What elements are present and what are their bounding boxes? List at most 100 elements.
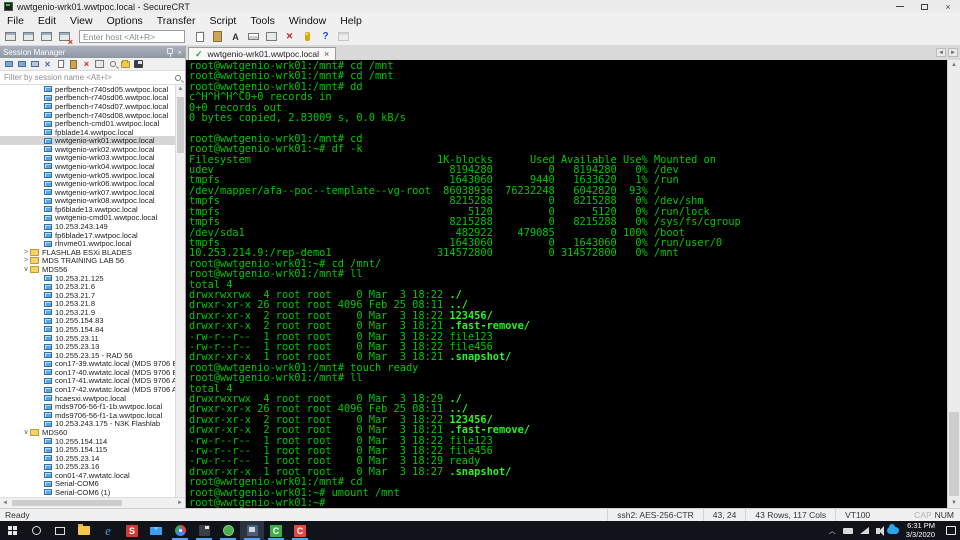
script-icon[interactable]: ✕ [282, 30, 297, 44]
menu-help[interactable]: Help [333, 15, 369, 27]
sm-trace-icon[interactable] [29, 59, 40, 70]
menu-transfer[interactable]: Transfer [150, 15, 203, 27]
session-tree-scrollbar[interactable]: ▲ [175, 85, 185, 497]
terminal-scroll-up-icon[interactable]: ▲ [948, 60, 960, 70]
tab-close-icon[interactable]: × [324, 49, 329, 59]
internet-explorer-button[interactable]: e [96, 521, 120, 540]
tree-folder-mds-training-lab-56[interactable]: > MDS TRAINING LAB 56 [0, 256, 175, 265]
tree-host-serial-com6-1[interactable]: Serial-COM6 (1) [0, 488, 175, 497]
mail-button[interactable] [144, 521, 168, 540]
scroll-up-icon[interactable]: ▲ [176, 85, 185, 94]
tree-host-wwtgenio-wrk01-wwtpoc-local[interactable]: wwtgenio-wrk01.wwtpoc.local [0, 136, 175, 145]
tab-scroll-right-icon[interactable]: ► [948, 48, 958, 57]
action-center-icon[interactable] [946, 526, 956, 535]
tree-host-con17-39-wwtatc-local-mds-9706-b-sup[interactable]: con17-39.wwtatc.local (MDS 9706 B - SUP [0, 359, 175, 368]
terminal-scrollbar[interactable]: ▲ ▼ [947, 60, 960, 508]
sm-delete-icon[interactable]: × [81, 59, 92, 70]
tree-host-perfbench-r740sd07-wwtpoc-local[interactable]: perfbench-r740sd07.wwtpoc.local [0, 102, 175, 111]
find-icon[interactable]: A [228, 30, 243, 44]
tree-host-10-253-21-9[interactable]: 10.253.21.9 [0, 308, 175, 317]
sm-find-icon[interactable] [107, 59, 118, 70]
chevron-down-icon[interactable]: ∨ [22, 265, 30, 273]
tree-host-10-255-154-115[interactable]: 10.255.154.115 [0, 445, 175, 454]
green-app-button[interactable] [216, 521, 240, 540]
tree-host-10-255-23-15-rad-56[interactable]: 10.255.23.15 - RAD 56 [0, 351, 175, 360]
tree-host-10-255-154-114[interactable]: 10.255.154.114 [0, 437, 175, 446]
menu-script[interactable]: Script [203, 15, 244, 27]
panel-close-icon[interactable]: × [177, 48, 182, 57]
s-app-button[interactable]: S [120, 521, 144, 540]
tree-host-perfbench-r740sd08-wwtpoc-local[interactable]: perfbench-r740sd08.wwtpoc.local [0, 111, 175, 120]
terminal-scroll-down-icon[interactable]: ▼ [948, 498, 960, 508]
print-icon[interactable] [246, 30, 261, 44]
tree-host-10-253-21-125[interactable]: 10.253.21.125 [0, 274, 175, 283]
tree-host-10-253-243-175-n3k-flashlab[interactable]: 10.253.243.175 - N3K Flashlab [0, 419, 175, 428]
chevron-right-icon[interactable]: > [22, 257, 30, 264]
session-tree-hscrollbar[interactable]: ◄ ► [0, 497, 185, 508]
tree-host-con17-40-wwtatc-local-mds-9706-b-sup[interactable]: con17-40.wwtatc.local (MDS 9706 B - SUP [0, 368, 175, 377]
tree-folder-flashlab-esxi-blades[interactable]: > FLASHLAB ESXi BLADES [0, 248, 175, 257]
file-explorer-button[interactable] [72, 521, 96, 540]
volume-icon[interactable] [875, 525, 884, 536]
menu-edit[interactable]: Edit [31, 15, 63, 27]
tree-host-10-255-23-14[interactable]: 10.255.23.14 [0, 454, 175, 463]
tree-host-serial-com6[interactable]: Serial-COM6 [0, 479, 175, 488]
menu-options[interactable]: Options [100, 15, 150, 27]
tree-host-rlnvme01-wwtpoc-local[interactable]: rlnvme01.wwtpoc.local [0, 239, 175, 248]
chat-window-icon[interactable] [336, 30, 351, 44]
sm-dock-icon[interactable] [133, 59, 144, 70]
chevron-right-icon[interactable]: > [22, 249, 30, 256]
minimize-button[interactable] [888, 0, 912, 13]
tree-host-mds9706-56-f1-1a-wwtpoc-local[interactable]: mds9706-56-f1-1a.wwtpoc.local [0, 411, 175, 420]
tree-host-fp6blade17-wwtpoc-local[interactable]: fp6blade17.wwtpoc.local [0, 231, 175, 240]
start-button[interactable] [0, 521, 24, 540]
tree-host-10-255-154-84[interactable]: 10.255.154.84 [0, 325, 175, 334]
sm-properties-icon[interactable] [94, 59, 105, 70]
tree-host-10-255-154-83[interactable]: 10.255.154.83 [0, 316, 175, 325]
tree-folder-mds60[interactable]: ∨ MDS60 [0, 428, 175, 437]
tree-host-fp6blade13-wwtpoc-local[interactable]: fp6blade13.wwtpoc.local [0, 205, 175, 214]
session-filter-input[interactable]: Filter by session name <Alt+I> [0, 71, 185, 85]
session-options-icon[interactable] [264, 30, 279, 44]
tree-host-wwtgenio-wrk02-wwtpoc-local[interactable]: wwtgenio-wrk02.wwtpoc.local [0, 145, 175, 154]
chevron-down-icon[interactable]: ∨ [22, 428, 30, 436]
session-manager-toggle-icon[interactable] [3, 30, 18, 44]
tab-scroll-left-icon[interactable]: ◄ [936, 48, 946, 57]
reconnect-icon[interactable]: × [57, 30, 73, 46]
tree-host-10-253-243-149[interactable]: 10.253.243.149 [0, 222, 175, 231]
chrome-button[interactable] [168, 521, 192, 540]
scrollbar-thumb[interactable] [177, 97, 184, 153]
securecrt-taskbar-button[interactable] [240, 521, 264, 540]
terminal-scrollbar-thumb[interactable] [949, 412, 959, 496]
console-app-button[interactable] [192, 521, 216, 540]
tree-host-wwtgenio-wrk07-wwtpoc-local[interactable]: wwtgenio-wrk07.wwtpoc.local [0, 188, 175, 197]
tree-host-wwtgenio-wrk06-wwtpoc-local[interactable]: wwtgenio-wrk06.wwtpoc.local [0, 179, 175, 188]
menu-view[interactable]: View [63, 15, 100, 27]
tree-host-wwtgenio-wrk05-wwtpoc-local[interactable]: wwtgenio-wrk05.wwtpoc.local [0, 171, 175, 180]
tree-host-10-253-21-7[interactable]: 10.253.21.7 [0, 291, 175, 300]
paste-icon[interactable] [210, 30, 225, 44]
sm-new-folder-icon[interactable] [120, 59, 131, 70]
tree-host-wwtgenio-wrk04-wwtpoc-local[interactable]: wwtgenio-wrk04.wwtpoc.local [0, 162, 175, 171]
menu-file[interactable]: File [0, 15, 31, 27]
close-button[interactable]: × [936, 0, 960, 13]
search-button[interactable] [24, 521, 48, 540]
taskbar-clock[interactable]: 6:31 PM 3/3/2020 [906, 521, 935, 539]
tree-host-wwtgenio-cmd01-wwtpoc-local[interactable]: wwtgenio-cmd01.wwtpoc.local [0, 213, 175, 222]
connect-dialog-icon[interactable] [21, 30, 36, 44]
scroll-left-icon[interactable]: ◄ [2, 500, 8, 506]
tree-host-10-253-21-8[interactable]: 10.253.21.8 [0, 299, 175, 308]
tree-host-10-253-21-6[interactable]: 10.253.21.6 [0, 282, 175, 291]
tree-host-10-255-23-13[interactable]: 10.255.23.13 [0, 342, 175, 351]
tree-host-wwtgenio-wrk03-wwtpoc-local[interactable]: wwtgenio-wrk03.wwtpoc.local [0, 153, 175, 162]
help-icon[interactable]: ? [318, 30, 333, 44]
hscrollbar-thumb[interactable] [12, 500, 122, 506]
maximize-button[interactable] [912, 0, 936, 13]
tree-host-con17-41-wwtatc-local-mds-9706-a-sup[interactable]: con17-41.wwtatc.local (MDS 9706 A - SUP [0, 376, 175, 385]
tree-host-perfbench-r740sd06-wwtpoc-local[interactable]: perfbench-r740sd06.wwtpoc.local [0, 93, 175, 102]
tree-host-mds9706-56-f1-1b-wwtpoc-local[interactable]: mds9706-56-f1-1b.wwtpoc.local [0, 402, 175, 411]
key-agent-icon[interactable] [300, 30, 315, 44]
tree-host-10-255-23-16[interactable]: 10.255.23.16 [0, 462, 175, 471]
tree-host-10-255-23-11[interactable]: 10.255.23.11 [0, 334, 175, 343]
copy-icon[interactable] [192, 30, 207, 44]
